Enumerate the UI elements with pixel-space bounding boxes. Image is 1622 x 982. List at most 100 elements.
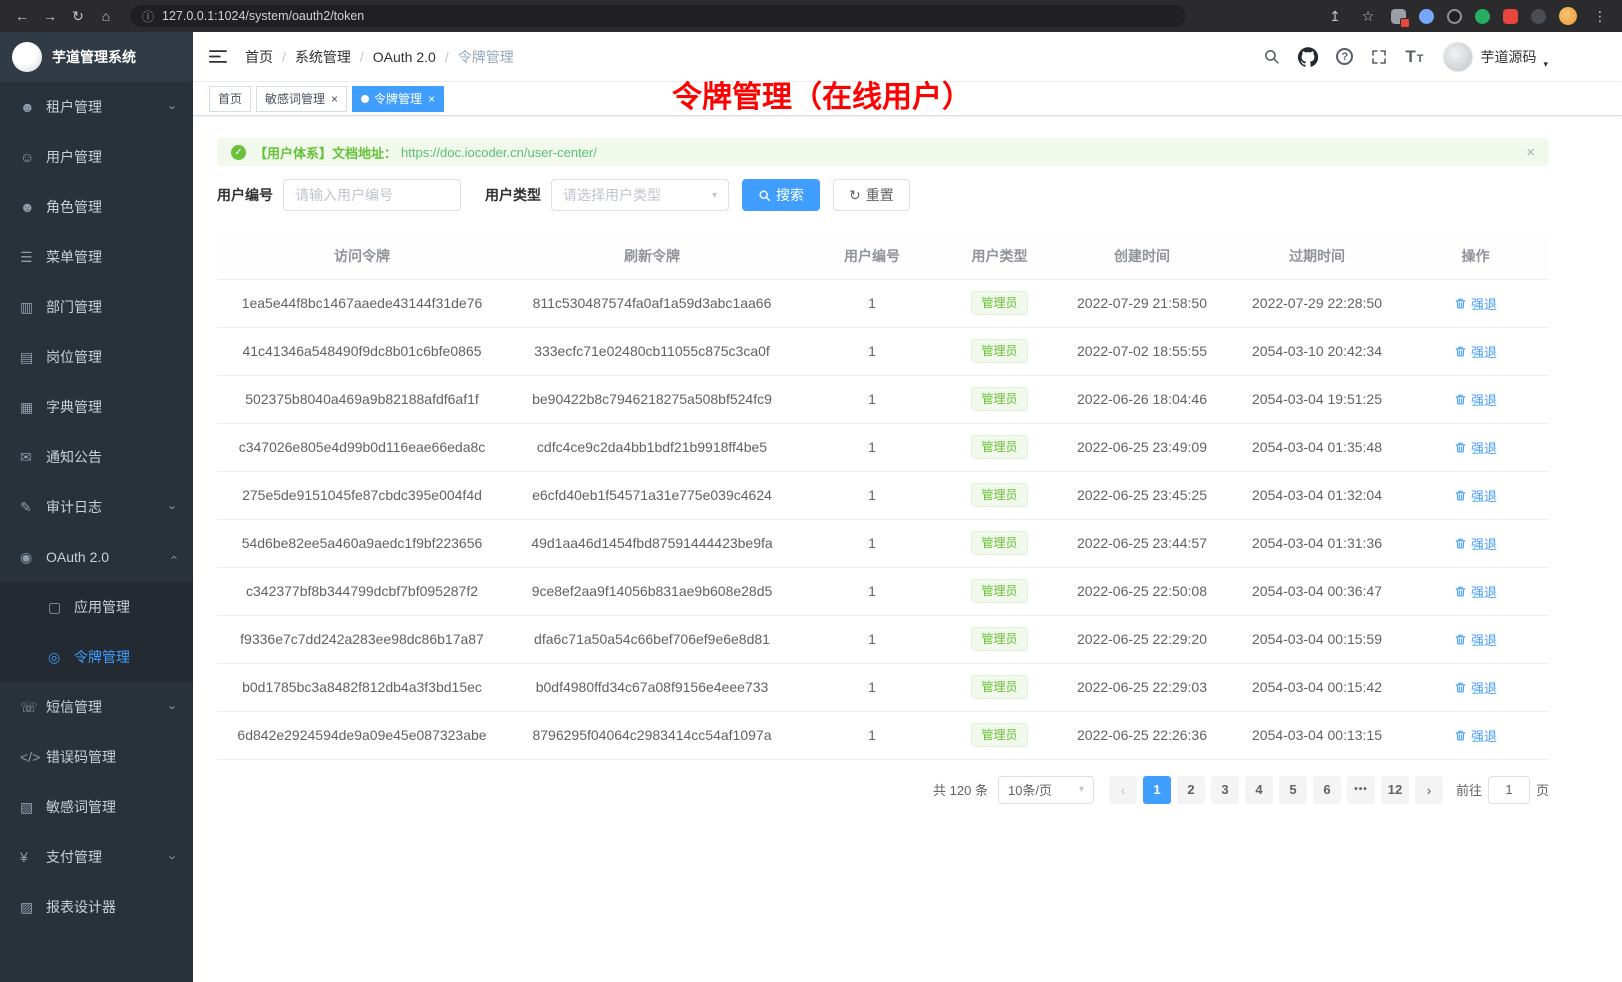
help-icon[interactable]: ? bbox=[1336, 48, 1353, 65]
home-icon[interactable]: ⌂ bbox=[96, 8, 116, 24]
forward-icon[interactable]: → bbox=[40, 8, 60, 24]
fullscreen-icon[interactable] bbox=[1371, 49, 1387, 65]
search-button[interactable]: 搜索 bbox=[742, 179, 820, 211]
sidebar-item-pay[interactable]: ¥支付管理› bbox=[0, 832, 193, 882]
actions-cell: 强退 bbox=[1402, 423, 1549, 471]
table-header-row: 访问令牌 刷新令牌 用户编号 用户类型 创建时间 过期时间 操作 bbox=[217, 233, 1549, 279]
navbar-actions: ? 芋道源码 ▾ bbox=[1263, 42, 1548, 72]
extension-icon[interactable] bbox=[1447, 9, 1462, 24]
sidebar-item-audit[interactable]: ✎审计日志› bbox=[0, 482, 193, 532]
force-logout-button[interactable]: 强退 bbox=[1454, 486, 1497, 505]
extension-puzzle-icon[interactable] bbox=[1391, 9, 1406, 24]
next-page-button[interactable]: › bbox=[1415, 776, 1443, 804]
page-button-12[interactable]: 12 bbox=[1381, 776, 1409, 804]
tenant-icon: ☻ bbox=[20, 99, 46, 115]
tab-敏感词管理[interactable]: 敏感词管理× bbox=[256, 86, 347, 112]
force-logout-button[interactable]: 强退 bbox=[1454, 534, 1497, 553]
user-type-cell: 管理员 bbox=[947, 471, 1052, 519]
dict-icon: ▦ bbox=[20, 399, 46, 416]
sidebar-item-report[interactable]: ▨报表设计器 bbox=[0, 882, 193, 932]
chevron-down-icon: › bbox=[165, 855, 180, 859]
sidebar-item-dept[interactable]: ▥部门管理 bbox=[0, 282, 193, 332]
doc-link[interactable]: https://doc.iocoder.cn/user-center/ bbox=[401, 145, 597, 160]
page-button-5[interactable]: 5 bbox=[1279, 776, 1307, 804]
user-type-badge: 管理员 bbox=[971, 291, 1027, 315]
font-size-icon[interactable] bbox=[1405, 48, 1423, 65]
user-type-select[interactable]: 请选择用户类型 ▾ bbox=[551, 179, 729, 211]
force-logout-button[interactable]: 强退 bbox=[1454, 294, 1497, 313]
reload-icon[interactable]: ↻ bbox=[68, 8, 88, 25]
page-button-4[interactable]: 4 bbox=[1245, 776, 1273, 804]
force-logout-button[interactable]: 强退 bbox=[1454, 726, 1497, 745]
sidebar-item-role[interactable]: ☻角色管理 bbox=[0, 182, 193, 232]
user-profile[interactable]: 芋道源码 ▾ bbox=[1443, 42, 1548, 72]
user-id-cell: 1 bbox=[797, 279, 947, 327]
force-logout-label: 强退 bbox=[1471, 438, 1497, 457]
force-logout-button[interactable]: 强退 bbox=[1454, 438, 1497, 457]
share-icon[interactable]: ↥ bbox=[1325, 8, 1345, 25]
pager-ellipsis[interactable]: ••• bbox=[1347, 776, 1375, 804]
page-button-6[interactable]: 6 bbox=[1313, 776, 1341, 804]
prev-page-button[interactable]: ‹ bbox=[1109, 776, 1137, 804]
access-token-cell: 1ea5e44f8bc1467aaede43144f31de76 bbox=[217, 279, 507, 327]
github-icon[interactable] bbox=[1298, 47, 1318, 67]
dept-icon: ▥ bbox=[20, 299, 46, 316]
close-icon[interactable]: × bbox=[331, 93, 338, 105]
sidebar-item-token[interactable]: ◎令牌管理 bbox=[0, 632, 193, 682]
tab-令牌管理[interactable]: 令牌管理× bbox=[352, 86, 444, 112]
sidebar-item-sensitive[interactable]: ▧敏感词管理 bbox=[0, 782, 193, 832]
close-icon[interactable]: × bbox=[428, 93, 435, 105]
browser-menu-icon[interactable]: ⋮ bbox=[1590, 8, 1610, 25]
user-type-badge: 管理员 bbox=[971, 339, 1027, 363]
user-type-cell: 管理员 bbox=[947, 279, 1052, 327]
sidebar-item-menu[interactable]: ☰菜单管理 bbox=[0, 232, 193, 282]
page-button-3[interactable]: 3 bbox=[1211, 776, 1239, 804]
goto-page-input[interactable] bbox=[1488, 776, 1530, 804]
search-icon[interactable] bbox=[1263, 48, 1280, 65]
user-type-badge: 管理员 bbox=[971, 627, 1027, 651]
force-logout-button[interactable]: 强退 bbox=[1454, 678, 1497, 697]
force-logout-label: 强退 bbox=[1471, 678, 1497, 697]
sidebar-item-label: 部门管理 bbox=[46, 297, 183, 317]
address-bar[interactable]: ⓘ 127.0.0.1:1024/system/oauth2/token bbox=[130, 5, 1185, 27]
user-id-input[interactable] bbox=[283, 179, 461, 211]
browser-profile-avatar[interactable] bbox=[1559, 7, 1577, 25]
force-logout-button[interactable]: 强退 bbox=[1454, 390, 1497, 409]
info-icon[interactable]: ⓘ bbox=[142, 8, 154, 25]
back-icon[interactable]: ← bbox=[12, 8, 32, 24]
sidebar-item-dict[interactable]: ▦字典管理 bbox=[0, 382, 193, 432]
page-button-1[interactable]: 1 bbox=[1143, 776, 1171, 804]
extension-icon[interactable] bbox=[1531, 9, 1546, 24]
sidebar-item-app[interactable]: ▢应用管理 bbox=[0, 582, 193, 632]
alert-close-icon[interactable]: × bbox=[1526, 144, 1535, 161]
sidebar-item-errcode[interactable]: </>错误码管理 bbox=[0, 732, 193, 782]
table-row: f9336e7c7dd242a283ee98dc86b17a87dfa6c71a… bbox=[217, 615, 1549, 663]
tab-首页[interactable]: 首页 bbox=[209, 86, 251, 112]
created-time-cell: 2022-06-25 22:29:03 bbox=[1052, 663, 1232, 711]
bookmark-star-icon[interactable]: ☆ bbox=[1358, 8, 1378, 25]
sidebar-item-sms[interactable]: ☏短信管理› bbox=[0, 682, 193, 732]
refresh-token-cell: be90422b8c7946218275a508bf524fc9 bbox=[507, 375, 797, 423]
page-size-select[interactable]: 10条/页 ▾ bbox=[998, 776, 1094, 804]
force-logout-button[interactable]: 强退 bbox=[1454, 582, 1497, 601]
sidebar-item-post[interactable]: ▤岗位管理 bbox=[0, 332, 193, 382]
extension-icon[interactable] bbox=[1419, 9, 1434, 24]
expire-time-cell: 2054-03-04 00:13:15 bbox=[1232, 711, 1402, 759]
sidebar-item-user[interactable]: ☺用户管理 bbox=[0, 132, 193, 182]
force-logout-button[interactable]: 强退 bbox=[1454, 342, 1497, 361]
breadcrumb-item-oauth[interactable]: OAuth 2.0 bbox=[373, 49, 436, 65]
extension-icon[interactable] bbox=[1503, 9, 1518, 24]
force-logout-button[interactable]: 强退 bbox=[1454, 630, 1497, 649]
extension-icon[interactable] bbox=[1475, 9, 1490, 24]
reset-button[interactable]: ↻ 重置 bbox=[833, 179, 910, 211]
hamburger-icon[interactable] bbox=[209, 49, 227, 64]
actions-cell: 强退 bbox=[1402, 519, 1549, 567]
page-button-2[interactable]: 2 bbox=[1177, 776, 1205, 804]
refresh-token-cell: 333ecfc71e02480cb11055c875c3ca0f bbox=[507, 327, 797, 375]
breadcrumb-item-home[interactable]: 首页 bbox=[245, 47, 273, 67]
sidebar-item-tenant[interactable]: ☻租户管理› bbox=[0, 82, 193, 132]
sidebar-item-notice[interactable]: ✉通知公告 bbox=[0, 432, 193, 482]
actions-cell: 强退 bbox=[1402, 567, 1549, 615]
sidebar-item-oauth[interactable]: ◉OAuth 2.0› bbox=[0, 532, 193, 582]
breadcrumb-item-system[interactable]: 系统管理 bbox=[295, 47, 351, 67]
